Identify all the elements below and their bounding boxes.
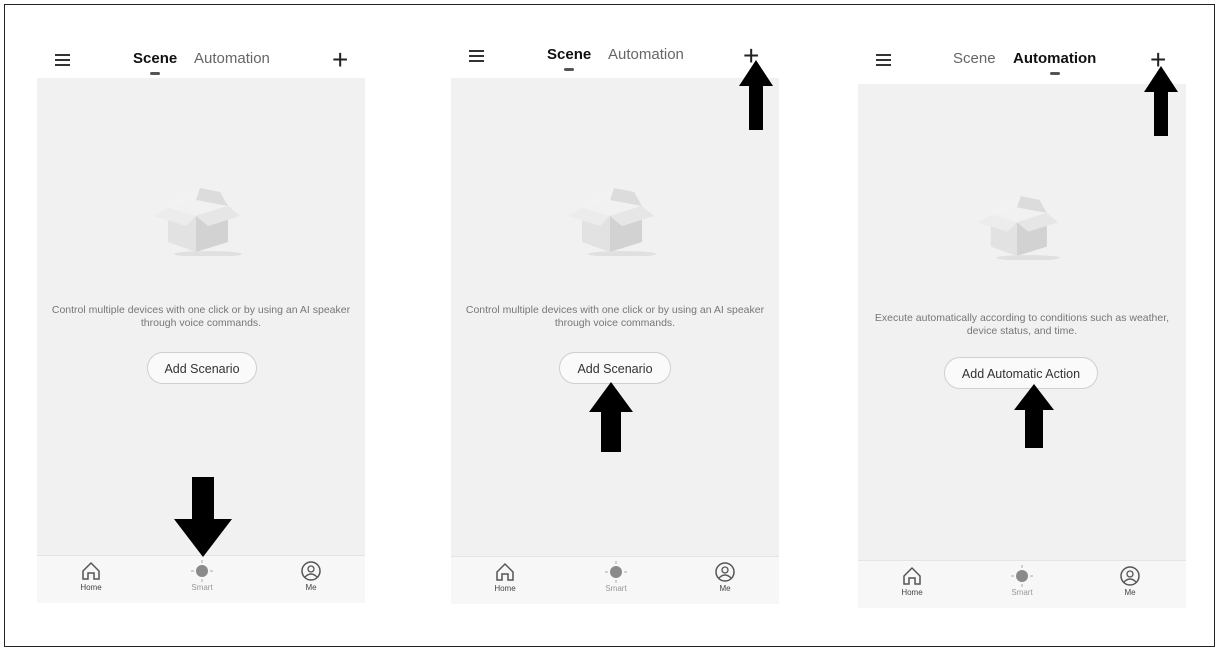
arrow-icon xyxy=(1014,384,1054,448)
empty-state-panel: Control multiple devices with one click … xyxy=(451,78,779,556)
box-icon xyxy=(977,196,1060,260)
phone-screen-2: Scene Automation + Control multiple devi… xyxy=(451,38,779,604)
top-bar: Scene Automation + xyxy=(37,42,365,78)
nav-home-label: Home xyxy=(494,584,516,593)
profile-icon xyxy=(301,561,321,581)
tab-automation[interactable]: Automation xyxy=(194,50,270,67)
tab-scene-label: Scene xyxy=(547,46,592,63)
nav-me[interactable]: Me xyxy=(291,560,331,592)
empty-state-description: Execute automatically according to condi… xyxy=(874,312,1170,337)
empty-state-panel: Execute automatically according to condi… xyxy=(858,84,1186,560)
nav-me-label: Me xyxy=(1124,588,1136,597)
empty-state-description: Control multiple devices with one click … xyxy=(465,304,765,329)
tab-automation-label: Automation xyxy=(194,50,270,67)
nav-me-label: Me xyxy=(305,583,317,592)
profile-icon xyxy=(715,562,735,582)
tab-automation[interactable]: Automation xyxy=(608,46,684,63)
active-tab-indicator xyxy=(564,68,575,71)
arrow-icon xyxy=(589,382,633,452)
empty-state-description: Control multiple devices with one click … xyxy=(51,304,351,329)
nav-smart[interactable]: Smart xyxy=(596,561,636,593)
add-scenario-button[interactable]: Add Scenario xyxy=(147,352,257,384)
phone-screen-1: Scene Automation + Control multiple devi… xyxy=(37,42,365,603)
tab-automation[interactable]: Automation xyxy=(1013,50,1097,75)
home-icon xyxy=(82,561,100,580)
menu-icon[interactable] xyxy=(469,50,484,62)
nav-me[interactable]: Me xyxy=(705,561,745,593)
arrow-icon xyxy=(739,60,773,130)
tab-scene[interactable]: Scene xyxy=(133,50,178,75)
plus-icon[interactable]: + xyxy=(332,46,348,74)
nav-me[interactable]: Me xyxy=(1110,565,1150,597)
active-tab-indicator xyxy=(1049,72,1060,75)
active-tab-indicator xyxy=(150,72,161,75)
tab-scene[interactable]: Scene xyxy=(547,46,592,71)
tab-scene-label: Scene xyxy=(953,50,996,67)
tab-scene-label: Scene xyxy=(133,50,178,67)
nav-home[interactable]: Home xyxy=(892,565,932,597)
smart-icon xyxy=(191,560,213,582)
menu-icon[interactable] xyxy=(876,54,891,66)
arrow-icon xyxy=(1144,66,1178,136)
nav-smart-label: Smart xyxy=(1011,588,1033,597)
nav-home[interactable]: Home xyxy=(71,560,111,592)
top-bar: Scene Automation + xyxy=(451,38,779,74)
top-bar: Scene Automation + xyxy=(858,42,1186,78)
phone-screen-3: Scene Automation + Execute automatically… xyxy=(858,42,1186,608)
bottom-tab-bar: Home Smart Me xyxy=(451,556,779,604)
smart-icon xyxy=(605,561,627,583)
nav-home-label: Home xyxy=(80,583,102,592)
nav-smart[interactable]: Smart xyxy=(1002,565,1042,597)
nav-me-label: Me xyxy=(719,584,731,593)
home-icon xyxy=(496,562,514,581)
home-icon xyxy=(903,566,921,585)
nav-smart-label: Smart xyxy=(605,584,627,593)
profile-icon xyxy=(1120,566,1140,586)
tab-automation-label: Automation xyxy=(608,46,684,63)
nav-home[interactable]: Home xyxy=(485,561,525,593)
nav-smart[interactable]: Smart xyxy=(182,560,222,592)
box-icon xyxy=(568,188,656,256)
bottom-tab-bar: Home Smart Me xyxy=(37,555,365,603)
nav-smart-label: Smart xyxy=(191,583,213,592)
box-icon xyxy=(154,188,242,256)
add-scenario-button[interactable]: Add Scenario xyxy=(559,352,671,384)
nav-home-label: Home xyxy=(901,588,923,597)
smart-icon xyxy=(1011,565,1033,587)
tab-automation-label: Automation xyxy=(1013,50,1097,67)
tab-scene[interactable]: Scene xyxy=(953,50,996,67)
arrow-icon xyxy=(174,477,232,557)
menu-icon[interactable] xyxy=(55,54,70,66)
bottom-tab-bar: Home Smart Me xyxy=(858,560,1186,608)
